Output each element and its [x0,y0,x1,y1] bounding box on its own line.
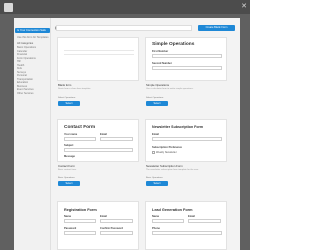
field-label: Email [152,133,159,136]
field-input [152,231,222,235]
template-sidebar: Is Your Connection Safe Use this form fo… [14,18,51,250]
field-input [152,66,222,70]
field-label: Email [100,215,107,218]
select-template-button[interactable]: Select [58,181,80,186]
card-title: Contact Form [64,125,96,130]
template-category: Select Operations [58,97,76,99]
search-input[interactable] [56,25,192,31]
select-template-button[interactable]: Select [146,101,168,106]
card-title: Newsletter Subscription Form [152,125,204,129]
field-label: Your name [64,133,78,136]
checkbox [152,151,155,154]
template-desc: Use a calculator form to make simple ope… [146,88,194,90]
checkbox-label: Weekly Newsletter [156,150,177,154]
template-name: Blank form [58,83,72,87]
sidebar-item-active[interactable]: Is Your Connection Safe [15,28,50,33]
template-modal: Is Your Connection Safe Use this form fo… [14,18,240,250]
field-label: Email [188,215,195,218]
card-title: Simple Operations [152,42,195,47]
field-label: Confirm Password [100,227,123,230]
field-label: Subject [64,144,74,147]
template-category: Select Operations [146,97,164,99]
template-card-registration[interactable]: Registration Form Name Email Password Co… [57,201,139,250]
field-input [152,219,184,223]
field-input [64,137,96,141]
template-desc: Basic contact form. [58,169,77,171]
template-category: Basic Operations [146,177,163,179]
field-input [100,231,133,235]
field-label: Name [152,215,160,218]
field-label: Email [100,133,107,136]
template-card-blank[interactable] [57,37,139,81]
card-title: Lead Generation Form [152,208,193,212]
field-label: Phone [152,227,160,230]
template-desc: Starts from a clean form template. [58,88,91,90]
template-card-simple-operations[interactable]: Simple Operations First Number Second Nu… [145,37,227,81]
create-blank-form-button[interactable]: Create Blank Form [198,25,235,31]
template-name: Newsletter Subscription Form [146,164,183,168]
template-card-contact-form[interactable]: Contact Form Your name Email Subject Mes… [57,119,139,162]
template-desc: The newsletter subscription form templat… [146,169,199,171]
field-label: Second Number [152,62,172,65]
field-input [152,137,222,141]
field-label: Password [64,227,77,230]
field-input [100,137,133,141]
sidebar-category[interactable]: Other Services [17,92,34,95]
field-input [100,219,133,223]
card-title: Registration Form [64,208,97,212]
select-template-button[interactable]: Select [146,181,168,186]
field-input [152,54,222,58]
field-label: First Number [152,50,169,53]
field-label: Message [64,155,75,158]
field-label: Subscription Preference [152,146,182,149]
placeholder-line [64,50,134,51]
sidebar-item-templates[interactable]: Use this form for Templates [17,36,49,39]
template-card-lead-generation[interactable]: Lead Generation Form Name Email Phone [145,201,227,250]
field-input [64,219,96,223]
field-input [64,231,96,235]
field-label: Name [64,215,72,218]
field-input [188,219,221,223]
template-name: Simple Operations [146,83,170,87]
field-input [64,148,133,152]
template-card-newsletter[interactable]: Newsletter Subscription Form Email Subsc… [145,119,227,162]
template-category: Basic Operations [58,177,75,179]
placeholder-line [64,54,134,55]
close-icon[interactable]: ✕ [241,3,247,10]
app-logo-icon [4,3,13,12]
template-name: Contact Form [58,164,75,168]
top-bar: ✕ [0,0,250,14]
select-template-button[interactable]: Select [58,101,80,106]
sidebar-categories-heading[interactable]: All Categories [17,42,33,45]
